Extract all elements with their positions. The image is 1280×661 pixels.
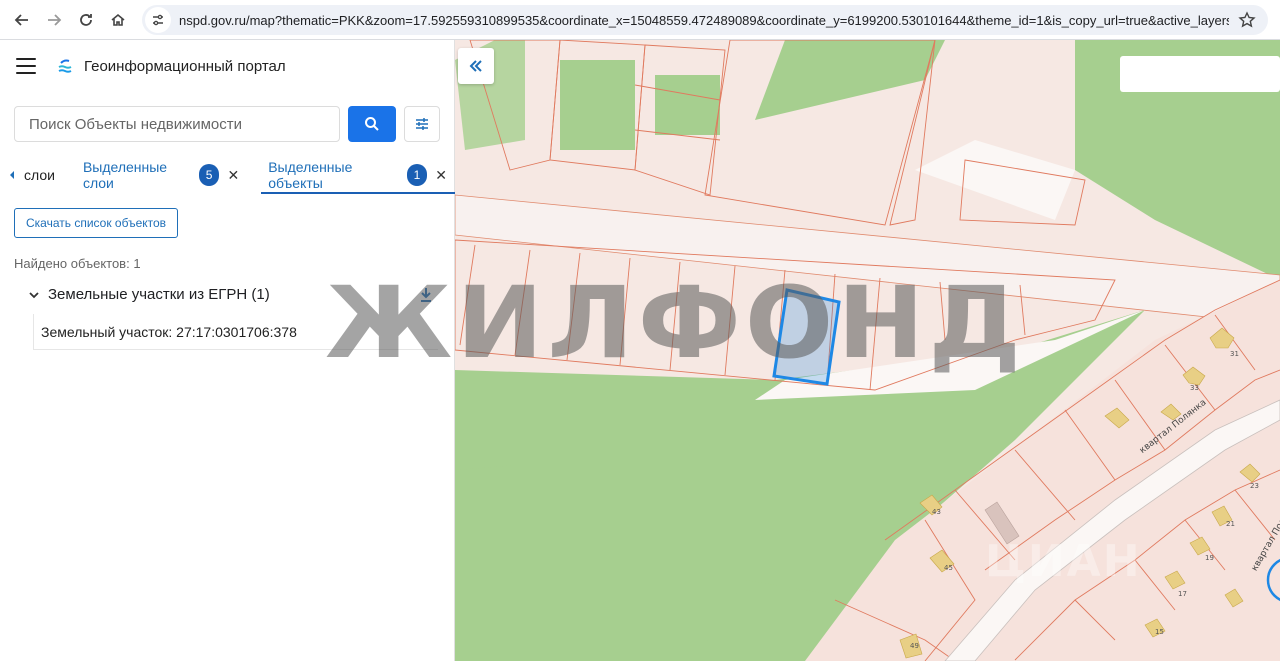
tab-layers[interactable]: слои bbox=[8, 156, 55, 194]
tab-label: Выделенные слои bbox=[82, 159, 168, 191]
map-info-box bbox=[1120, 56, 1280, 92]
chevron-down-icon[interactable] bbox=[28, 289, 40, 301]
bookmark-star-icon[interactable] bbox=[1238, 11, 1256, 29]
group-label: Земельные участки из ЕГРН (1) bbox=[48, 286, 270, 303]
search-bar bbox=[14, 106, 440, 142]
house-number: 45 bbox=[944, 564, 953, 572]
tab-label: Выделенные объекты bbox=[268, 159, 353, 191]
address-bar[interactable]: nspd.gov.ru/map?thematic=PKK&zoom=17.592… bbox=[142, 5, 1268, 35]
filter-button[interactable] bbox=[404, 106, 440, 142]
tab-selected-objects[interactable]: Выделенные объекты 1 ✕ bbox=[261, 156, 455, 194]
url-text[interactable]: nspd.gov.ru/map?thematic=PKK&zoom=17.592… bbox=[179, 13, 1229, 28]
house-number: 17 bbox=[1178, 590, 1187, 598]
double-chevron-left-icon bbox=[469, 60, 482, 72]
house-number: 49 bbox=[910, 642, 919, 650]
house-number: 31 bbox=[1230, 350, 1239, 358]
search-icon bbox=[365, 117, 379, 131]
house-number: 21 bbox=[1226, 520, 1235, 528]
tab-bar: слои Выделенные слои 5 ✕ Выделенные объе… bbox=[0, 156, 455, 194]
site-settings-icon[interactable] bbox=[145, 7, 171, 33]
sliders-icon bbox=[416, 118, 428, 130]
forward-icon[interactable] bbox=[42, 8, 66, 32]
tab-label: слои bbox=[24, 167, 55, 183]
close-icon[interactable]: ✕ bbox=[227, 167, 239, 184]
house-number: 23 bbox=[1250, 482, 1259, 490]
house-number: 15 bbox=[1155, 628, 1164, 636]
search-button[interactable] bbox=[348, 106, 396, 142]
back-icon[interactable] bbox=[10, 8, 34, 32]
count-badge: 1 bbox=[406, 164, 428, 186]
portal-logo-icon bbox=[58, 59, 72, 73]
house-number: 43 bbox=[932, 508, 941, 516]
house-number: 33 bbox=[1190, 384, 1199, 392]
watermark: ЖИЛФОНД bbox=[325, 265, 1025, 381]
close-icon[interactable]: ✕ bbox=[435, 167, 447, 184]
portal-title: Геоинформационный портал bbox=[84, 57, 286, 75]
chevron-left-icon bbox=[10, 171, 14, 179]
tab-selected-layers[interactable]: Выделенные слои 5 ✕ bbox=[83, 156, 239, 194]
browser-toolbar: nspd.gov.ru/map?thematic=PKK&zoom=17.592… bbox=[0, 0, 1280, 40]
search-input[interactable] bbox=[14, 106, 340, 142]
found-count: Найдено объектов: 1 bbox=[14, 256, 141, 271]
collapse-panel-button[interactable] bbox=[458, 48, 494, 84]
house-number: 19 bbox=[1205, 554, 1214, 562]
home-icon[interactable] bbox=[106, 8, 130, 32]
download-list-button[interactable]: Скачать список объектов bbox=[14, 208, 179, 238]
reload-icon[interactable] bbox=[74, 8, 98, 32]
count-badge: 5 bbox=[198, 164, 220, 186]
menu-icon[interactable] bbox=[16, 58, 36, 74]
sidebar-header: Геоинформационный портал bbox=[0, 40, 455, 92]
watermark-secondary: ЦИАН bbox=[985, 536, 1142, 587]
